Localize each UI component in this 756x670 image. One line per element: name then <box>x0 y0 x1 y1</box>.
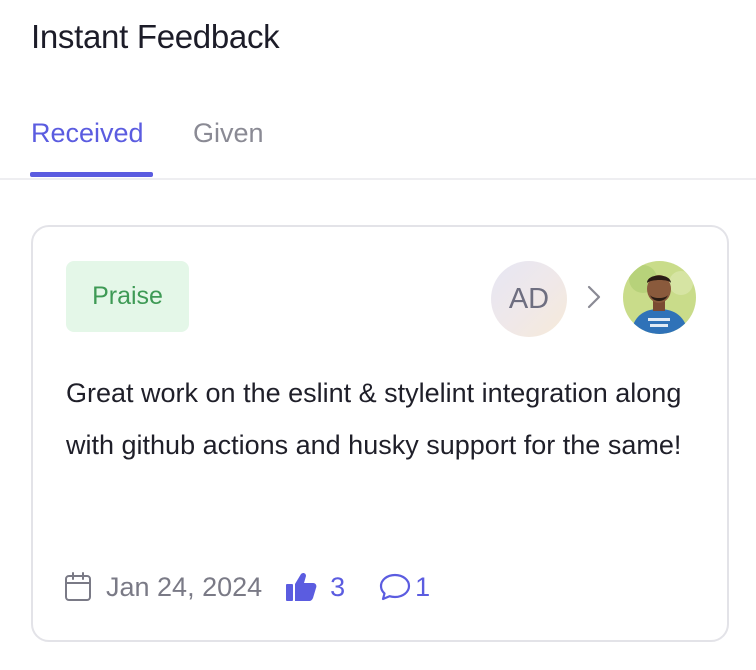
page-title: Instant Feedback <box>31 18 280 55</box>
feedback-date: Jan 24, 2024 <box>106 571 263 602</box>
like-count: 3 <box>330 571 346 602</box>
feedback-message: Great work on the eslint & stylelint int… <box>66 378 682 460</box>
sender-avatar[interactable]: AD <box>491 261 567 337</box>
comment-icon[interactable] <box>379 572 411 602</box>
tab-bar: Received Given <box>0 100 756 180</box>
user-photo-icon <box>623 261 696 334</box>
feedback-footer: Jan 24, 2024 3 1 <box>64 567 430 607</box>
feedback-card[interactable]: Praise AD Great work on the eslint & sty… <box>31 225 729 642</box>
recipient-avatar[interactable] <box>623 261 696 334</box>
active-tab-indicator <box>30 172 153 177</box>
comment-count: 1 <box>415 571 431 602</box>
tab-given[interactable]: Given <box>193 118 264 149</box>
instant-feedback-page: Instant Feedback Received Given Praise A… <box>0 0 756 670</box>
tab-received[interactable]: Received <box>31 118 144 149</box>
chevron-right-icon <box>587 285 601 309</box>
calendar-icon <box>65 572 91 601</box>
praise-badge: Praise <box>66 261 189 332</box>
thumbs-up-icon[interactable] <box>284 571 318 603</box>
